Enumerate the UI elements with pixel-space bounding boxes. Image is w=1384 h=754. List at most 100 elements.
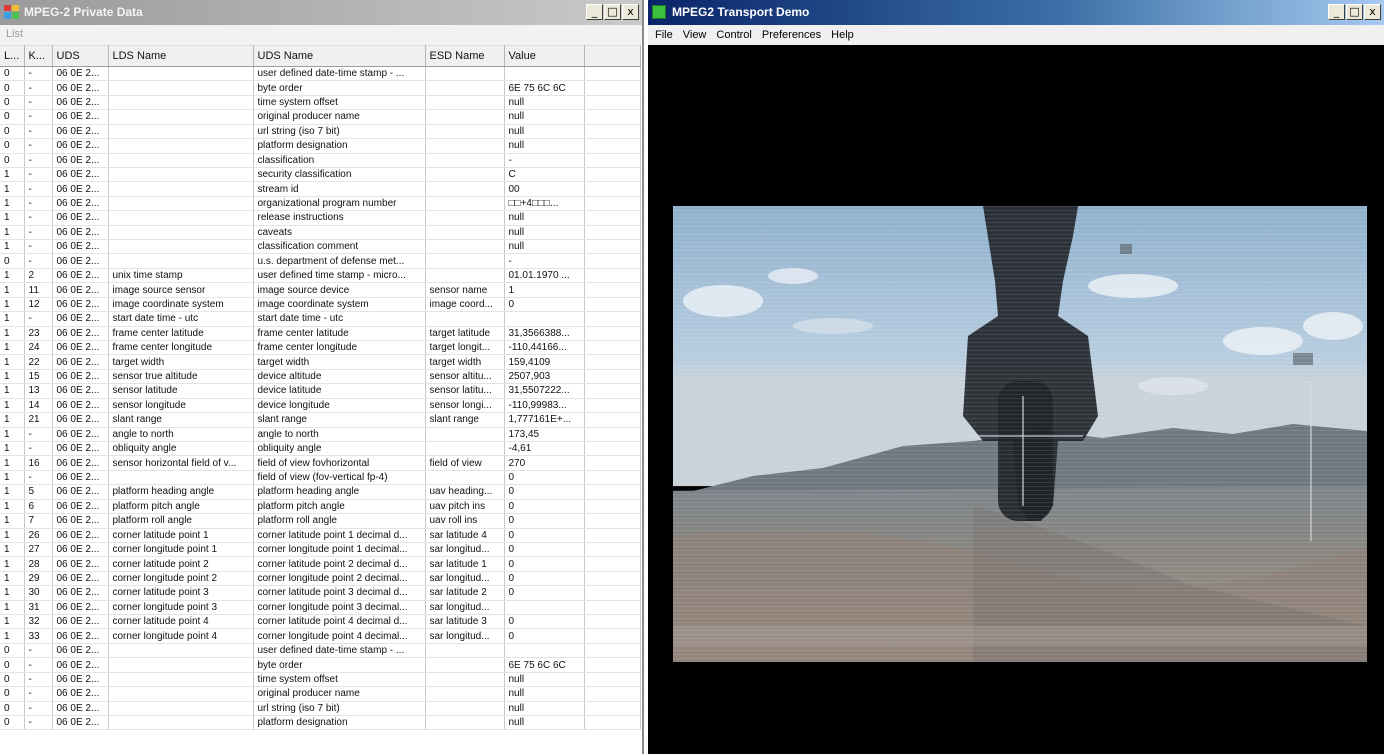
cell-lds-name xyxy=(108,210,254,226)
cell-esd-name: sar latitude 3 xyxy=(425,614,505,630)
table-row[interactable]: 0-06 0E 2... platform designation null xyxy=(0,715,641,731)
menu-file[interactable]: File xyxy=(655,29,673,41)
column-header-level[interactable]: L... xyxy=(0,45,25,67)
table-row[interactable]: 1-06 0E 2... angle to north angle to north… xyxy=(0,427,641,442)
maximize-button[interactable]: □ xyxy=(1346,4,1363,20)
menu-help[interactable]: Help xyxy=(831,29,854,41)
cell-uds: 06 0E 2... xyxy=(52,542,109,558)
right-title-bar[interactable]: MPEG2 Transport Demo _ □ x xyxy=(648,0,1384,25)
table-row[interactable]: 1 33 06 0E 2... corner longitude point 4 cor… xyxy=(0,628,641,644)
table-row[interactable]: 1-06 0E 2... stream id 00 xyxy=(0,181,641,197)
close-button[interactable]: x xyxy=(1364,4,1381,20)
cell-lds-name: slant range xyxy=(108,412,254,428)
table-row[interactable]: 1 2 06 0E 2... unix time stamp user defined … xyxy=(0,268,641,284)
cell-key: - xyxy=(24,80,53,96)
cell-value: -110,44166... xyxy=(504,340,585,356)
table-row[interactable]: 1 32 06 0E 2... corner latitude point 4 corn… xyxy=(0,614,641,630)
column-header-uds-name[interactable]: UDS Name xyxy=(253,45,426,67)
table-row[interactable]: 1-06 0E 2... caveats null xyxy=(0,225,641,241)
cell-lds-name xyxy=(108,138,254,154)
cell-esd-name xyxy=(425,268,505,284)
table-row[interactable]: 1 28 06 0E 2... corner latitude point 2 corn… xyxy=(0,556,641,572)
table-row[interactable]: 1 26 06 0E 2... corner latitude point 1 corn… xyxy=(0,528,641,543)
table-row[interactable]: 1 16 06 0E 2... sensor horizontal field of … xyxy=(0,455,641,471)
column-header-key[interactable]: K... xyxy=(24,45,53,67)
cell-key: - xyxy=(24,109,53,125)
table-row[interactable]: 0-06 0E 2... byte order 6E 75 6C 6C xyxy=(0,657,641,673)
table-row[interactable]: 1 29 06 0E 2... corner longitude point 2 cor… xyxy=(0,571,641,587)
cell-uds: 06 0E 2... xyxy=(52,153,109,168)
column-header-lds-name[interactable]: LDS Name xyxy=(108,45,254,67)
table-row[interactable]: 1 31 06 0E 2... corner longitude point 3 cor… xyxy=(0,600,641,616)
table-row[interactable]: 0-06 0E 2... time system offset null xyxy=(0,95,641,111)
table-row[interactable]: 1-06 0E 2... start date time - utc start d… xyxy=(0,311,641,327)
column-header-value[interactable]: Value xyxy=(504,45,585,67)
table-row[interactable]: 0-06 0E 2... original producer name null xyxy=(0,686,641,702)
cell-uds-name: original producer name xyxy=(253,109,426,125)
cell-esd-name xyxy=(425,138,505,154)
left-title-bar[interactable]: MPEG-2 Private Data _ □ x xyxy=(0,0,642,25)
cell-esd-name: sensor longi... xyxy=(425,398,505,414)
data-table-container[interactable]: L... K... UDS LDS Name UDS Name ESD Name… xyxy=(0,45,642,754)
maximize-button[interactable]: □ xyxy=(604,4,621,20)
cell-uds-name: byte order xyxy=(253,80,426,96)
cell-uds: 06 0E 2... xyxy=(52,441,109,457)
menu-view[interactable]: View xyxy=(683,29,707,41)
table-row[interactable]: 1 11 06 0E 2... image source sensor image so… xyxy=(0,282,641,298)
video-display-area[interactable] xyxy=(648,45,1384,754)
cell-key: 27 xyxy=(24,542,53,558)
table-row[interactable]: 1 14 06 0E 2... sensor longitude device long… xyxy=(0,398,641,414)
table-row[interactable]: 1-06 0E 2... obliquity angle obliquity ang… xyxy=(0,441,641,457)
table-row[interactable]: 1 6 06 0E 2... platform pitch angle platform… xyxy=(0,499,641,515)
table-row[interactable]: 1 13 06 0E 2... sensor latitude device latit… xyxy=(0,383,641,399)
table-row[interactable]: 1 30 06 0E 2... corner latitude point 3 corn… xyxy=(0,585,641,601)
left-window-controls: _ □ x xyxy=(586,4,639,20)
table-row[interactable]: 0-06 0E 2... time system offset null xyxy=(0,672,641,688)
table-row[interactable]: 1 12 06 0E 2... image coordinate system imag… xyxy=(0,297,641,313)
table-row[interactable]: 1 21 06 0E 2... slant range slant range slant… xyxy=(0,412,641,428)
table-row[interactable]: 1 22 06 0E 2... target width target width tar… xyxy=(0,354,641,370)
table-row[interactable]: 1-06 0E 2... organizational program numbe… xyxy=(0,196,641,212)
cell-value: null xyxy=(504,672,585,688)
table-row[interactable]: 1-06 0E 2... field of view (fov-vertical … xyxy=(0,470,641,486)
column-header-uds[interactable]: UDS xyxy=(52,45,109,67)
table-row[interactable]: 0-06 0E 2... url string (iso 7 bit) null xyxy=(0,124,641,140)
cell-key: - xyxy=(24,470,53,486)
table-row[interactable]: 1-06 0E 2... release instructions null xyxy=(0,210,641,226)
close-button[interactable]: x xyxy=(622,4,639,20)
table-row[interactable]: 0-06 0E 2... byte order 6E 75 6C 6C xyxy=(0,80,641,96)
cell-key: 23 xyxy=(24,326,53,342)
cell-filler xyxy=(584,369,641,385)
table-row[interactable]: 1-06 0E 2... classification comment null xyxy=(0,239,641,255)
table-row[interactable]: 1 24 06 0E 2... frame center longitude frame… xyxy=(0,340,641,356)
menu-control[interactable]: Control xyxy=(716,29,751,41)
minimize-button[interactable]: _ xyxy=(586,4,603,20)
table-row[interactable]: 0-06 0E 2... original producer name null xyxy=(0,109,641,125)
table-row[interactable]: 0-06 0E 2... user defined date-time stamp… xyxy=(0,66,641,82)
table-row[interactable]: 1 15 06 0E 2... sensor true altitude device … xyxy=(0,369,641,385)
cell-lds-name xyxy=(108,95,254,111)
table-row[interactable]: 0-06 0E 2... user defined date-time stamp… xyxy=(0,643,641,659)
table-row[interactable]: 1 5 06 0E 2... platform heading angle platfo… xyxy=(0,484,641,500)
cell-filler xyxy=(584,311,641,327)
cell-level: 0 xyxy=(0,95,25,111)
cell-esd-name xyxy=(425,109,505,125)
menu-list[interactable]: List xyxy=(6,28,23,40)
table-row[interactable]: 1-06 0E 2... security classification C xyxy=(0,167,641,183)
cell-uds: 06 0E 2... xyxy=(52,124,109,140)
cell-filler xyxy=(584,95,641,111)
table-row[interactable]: 1 27 06 0E 2... corner longitude point 1 cor… xyxy=(0,542,641,558)
cell-lds-name: platform pitch angle xyxy=(108,499,254,515)
table-row[interactable]: 0-06 0E 2... platform designation null xyxy=(0,138,641,154)
cell-uds: 06 0E 2... xyxy=(52,340,109,356)
table-row[interactable]: 0-06 0E 2... classification - xyxy=(0,153,641,168)
table-row[interactable]: 0-06 0E 2... u.s. department of defense m… xyxy=(0,253,641,269)
cell-filler xyxy=(584,484,641,500)
minimize-button[interactable]: _ xyxy=(1328,4,1345,20)
table-row[interactable]: 1 23 06 0E 2... frame center latitude frame … xyxy=(0,326,641,342)
table-row[interactable]: 1 7 06 0E 2... platform roll angle platform … xyxy=(0,513,641,529)
menu-preferences[interactable]: Preferences xyxy=(762,29,821,41)
table-row[interactable]: 0-06 0E 2... url string (iso 7 bit) null xyxy=(0,701,641,716)
column-header-esd-name[interactable]: ESD Name xyxy=(425,45,505,67)
cell-lds-name: corner latitude point 4 xyxy=(108,614,254,630)
